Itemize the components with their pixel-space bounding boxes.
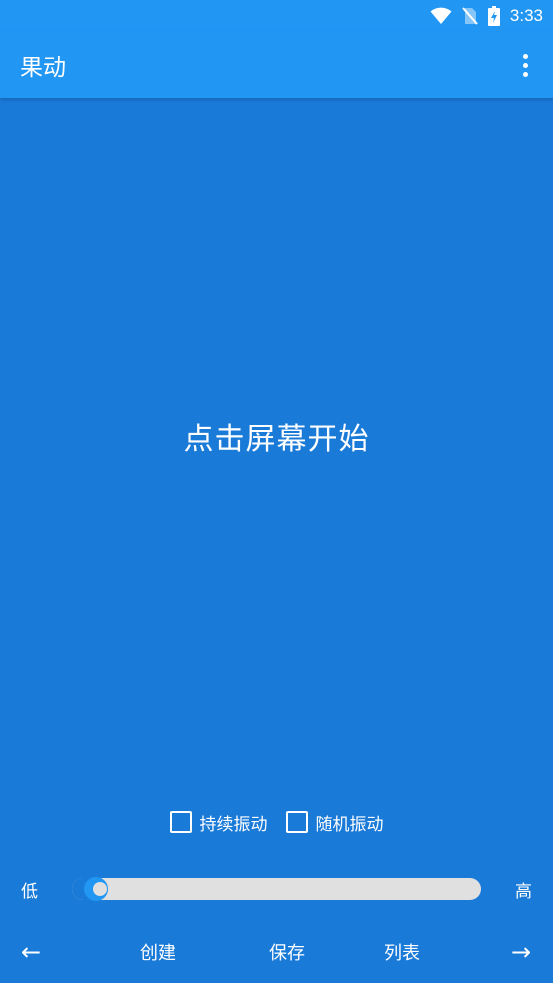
battery-charging-icon: [487, 6, 500, 26]
app-bar: 果动: [0, 32, 553, 98]
continuous-vibration-label: 持续振动: [199, 814, 268, 835]
create-button[interactable]: 创建: [128, 930, 188, 974]
intensity-high-label: 高: [515, 881, 532, 902]
start-prompt: 点击屏幕开始: [183, 421, 370, 457]
no-sim-icon: [462, 7, 478, 25]
vibration-options: 持续振动 随机振动: [0, 806, 553, 838]
intensity-slider-track[interactable]: [72, 878, 481, 900]
checkbox-box[interactable]: [285, 811, 308, 833]
more-vert-icon[interactable]: [513, 45, 537, 85]
prev-arrow-button[interactable]: ←: [10, 930, 52, 974]
random-vibration-label: 随机振动: [315, 814, 384, 835]
intensity-low-label: 低: [21, 881, 38, 902]
next-arrow-button[interactable]: →: [500, 930, 542, 974]
status-time: 3:33: [509, 6, 543, 25]
list-button[interactable]: 列表: [372, 930, 432, 974]
intensity-slider-row: 低 高: [0, 870, 553, 908]
random-vibration-checkbox[interactable]: 随机振动: [285, 810, 384, 835]
wifi-icon: [430, 7, 452, 24]
intensity-slider-thumb[interactable]: [83, 877, 108, 901]
status-bar: 3:33: [0, 0, 553, 32]
bottom-nav: ← 创建 保存 列表 →: [0, 930, 553, 974]
save-button[interactable]: 保存: [257, 930, 317, 974]
continuous-vibration-checkbox[interactable]: 持续振动: [169, 810, 268, 835]
tap-to-start-area[interactable]: 点击屏幕开始: [0, 98, 553, 788]
app-title: 果动: [20, 55, 66, 81]
checkbox-box[interactable]: [169, 811, 192, 833]
